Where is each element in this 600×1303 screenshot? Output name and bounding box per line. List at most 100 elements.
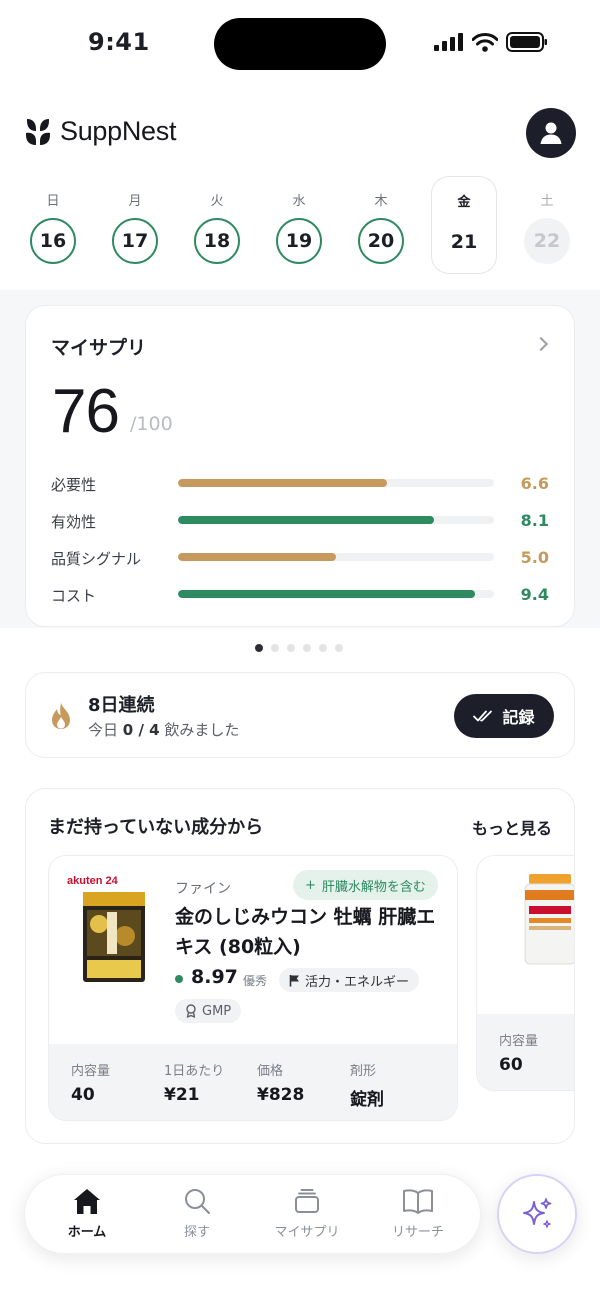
my-supp-card[interactable]: マイサプリ 76 /100 必要性 6.6 有効性 8.1 品質シグナル 5.0…: [25, 305, 575, 627]
product-brand: ファイン: [175, 881, 231, 897]
product-card[interactable]: 内容量 60: [476, 855, 574, 1091]
pager-dot[interactable]: [287, 644, 295, 652]
spec-item: 内容量 60: [499, 1030, 538, 1075]
nav-research[interactable]: リサーチ: [368, 1187, 468, 1240]
user-icon: [540, 122, 562, 144]
nav-label: 探す: [183, 1225, 210, 1240]
nav-label: マイサプリ: [274, 1225, 340, 1240]
metric-track: [178, 479, 494, 487]
spec-key: 内容量: [71, 1064, 111, 1079]
product-name: 金のしじみウコン 牡蠣 肝臓エキス (80粒入): [175, 906, 436, 958]
nav-label: ホーム: [67, 1225, 107, 1240]
day-sun[interactable]: 日 16: [20, 176, 86, 274]
pager-dot[interactable]: [271, 644, 279, 652]
search-icon: [185, 1189, 210, 1214]
svg-text:akuten 24: akuten 24: [67, 875, 119, 887]
day-fri-today[interactable]: 金 21: [431, 176, 497, 274]
metric-track: [178, 590, 494, 598]
status-time: 9:41: [88, 28, 150, 56]
day-thu[interactable]: 木 20: [348, 176, 414, 274]
book-icon: [403, 1189, 433, 1214]
chevron-right-icon: [533, 336, 549, 352]
spec-item: 価格 ¥828: [257, 1060, 304, 1105]
streak-sub-prefix: 今日: [88, 721, 123, 739]
sparkle-icon: [523, 1198, 552, 1228]
product-card[interactable]: akuten 24 ファイン + 肝臓水解物を含む 金のしじみウコン 牡蠣 肝臓…: [48, 855, 458, 1121]
score-label: 優秀: [243, 974, 268, 988]
profile-button[interactable]: [526, 108, 576, 158]
carousel-pager[interactable]: [255, 644, 343, 652]
streak-sub-suffix: 飲みました: [159, 721, 240, 739]
product-image: akuten 24: [67, 875, 145, 982]
metric-fill: [178, 479, 387, 487]
day-date: 20: [358, 218, 404, 264]
flag-icon: [289, 974, 299, 986]
day-name: 月: [128, 194, 142, 209]
metric-value: 9.4: [520, 585, 549, 604]
recommend-card: まだ持っていない成分から もっと見る akuten 24 ファイン + 肝臓水解…: [25, 788, 575, 1144]
spec-value: 錠剤: [350, 1090, 384, 1110]
status-icons: [434, 32, 548, 52]
category-chip: 活力・エネルギー: [279, 968, 420, 992]
nav-my-supp[interactable]: マイサプリ: [257, 1187, 357, 1240]
category-label: 活力・エネルギー: [305, 974, 410, 990]
day-date: 21: [450, 231, 478, 253]
nav-search[interactable]: 探す: [147, 1187, 247, 1240]
spec-key: 1日あたり: [164, 1064, 225, 1079]
spec-bar: 内容量 60: [477, 1014, 574, 1090]
streak-card: 8日連続 今日 0 / 4 飲みました 記録: [25, 672, 575, 758]
flame-icon: [52, 703, 70, 729]
wifi-icon: [472, 32, 498, 52]
metric-value: 5.0: [520, 548, 549, 567]
home-icon: [74, 1189, 100, 1214]
metric-value: 6.6: [520, 474, 549, 493]
metric-value: 8.1: [520, 511, 549, 530]
day-name: 火: [210, 194, 224, 209]
nav-home[interactable]: ホーム: [37, 1187, 137, 1240]
metric-label: 必要性: [51, 476, 97, 494]
day-date: 19: [276, 218, 322, 264]
day-mon[interactable]: 月 17: [102, 176, 168, 274]
bottom-nav: ホーム 探す マイサプリ リサーチ: [24, 1174, 481, 1254]
recommend-title: まだ持っていない成分から: [48, 817, 264, 838]
product-image: [524, 874, 574, 965]
award-icon: [186, 1004, 196, 1018]
streak-subtitle: 今日 0 / 4 飲みました: [88, 719, 239, 740]
metric-label: 品質シグナル: [51, 550, 142, 568]
streak-title: 8日連続: [88, 695, 155, 716]
stack-icon: [295, 1189, 319, 1213]
spec-key: 価格: [257, 1064, 284, 1079]
spec-value: 40: [71, 1085, 95, 1105]
metric-track: [178, 553, 494, 561]
spec-bar: 内容量 40 1日あたり ¥21 価格 ¥828 剤形 錠剤: [49, 1044, 457, 1120]
metric-fill: [178, 553, 336, 561]
pager-dot[interactable]: [303, 644, 311, 652]
ai-assistant-button[interactable]: [497, 1174, 577, 1254]
see-more-link[interactable]: もっと見る: [472, 815, 552, 839]
product-score: 8.97: [191, 966, 238, 988]
card-title: マイサプリ: [51, 337, 147, 359]
certification-chip: GMP: [175, 999, 242, 1023]
spec-value: ¥21: [164, 1085, 200, 1105]
day-sat[interactable]: 土 22: [514, 176, 580, 274]
spec-item: 内容量 40: [71, 1060, 110, 1105]
day-wed[interactable]: 水 19: [266, 176, 332, 274]
double-check-icon: [473, 710, 493, 722]
pager-dot[interactable]: [319, 644, 327, 652]
battery-icon: [506, 32, 547, 52]
metric-label: コスト: [51, 587, 97, 605]
day-date: 16: [30, 218, 76, 264]
metric-track: [178, 516, 494, 524]
day-name: 土: [540, 194, 554, 209]
score-value: 76: [52, 377, 120, 446]
score-max: /100: [130, 413, 173, 435]
pager-dot[interactable]: [335, 644, 343, 652]
nav-label: リサーチ: [391, 1225, 444, 1240]
ingredient-tag-label: 肝臓水解物を含む: [321, 879, 426, 895]
metric-fill: [178, 590, 476, 598]
pager-dot[interactable]: [255, 644, 263, 652]
metric-fill: [178, 516, 434, 524]
app-logo[interactable]: SuppNest: [24, 116, 176, 147]
day-tue[interactable]: 火 18: [184, 176, 250, 274]
record-button[interactable]: 記録: [454, 694, 554, 738]
